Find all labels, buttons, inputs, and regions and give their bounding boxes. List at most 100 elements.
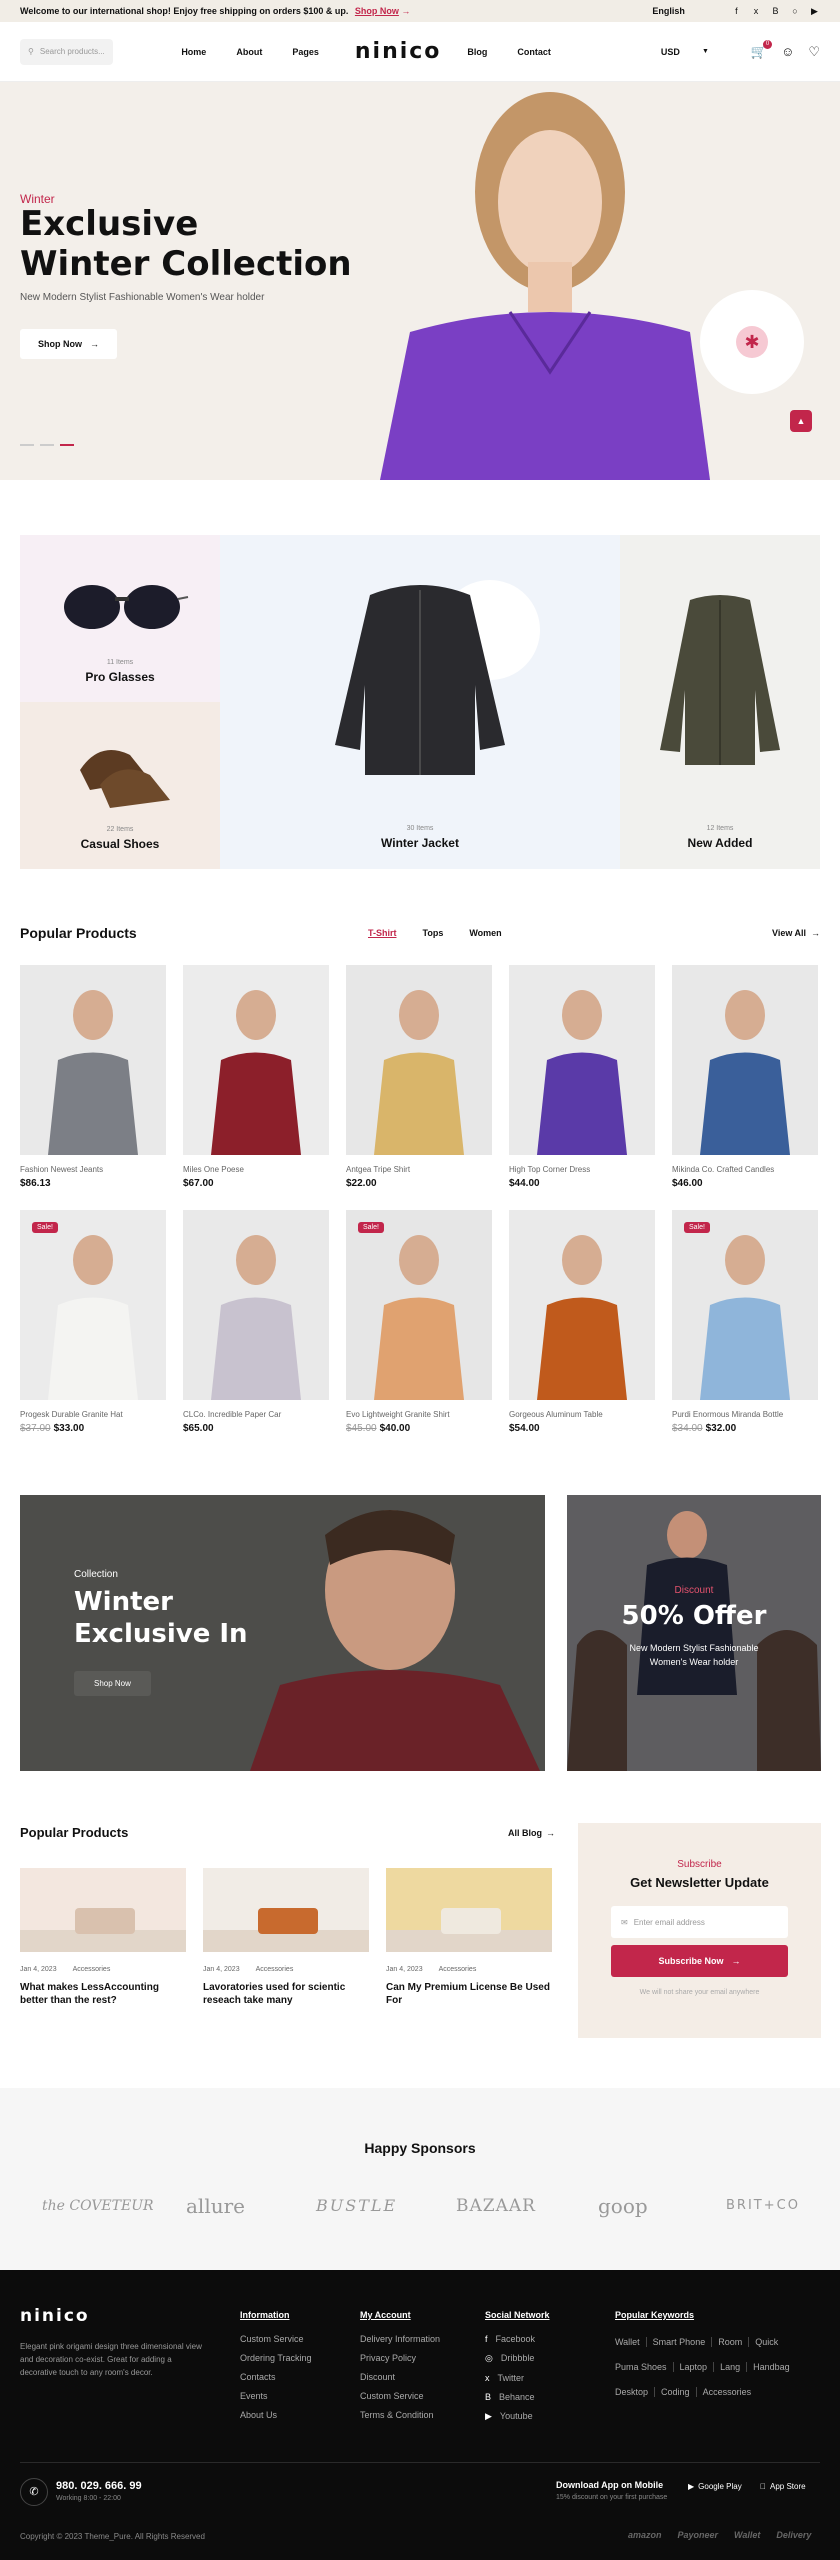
product-name[interactable]: Mikinda Co. Crafted Candles — [672, 1165, 818, 1174]
sponsor-coveteur-logo[interactable]: the COVETEUR — [42, 2198, 154, 2214]
category-pro-glasses[interactable]: 11 Items Pro Glasses — [20, 535, 220, 702]
blog-image[interactable] — [203, 1868, 369, 1952]
app-store-button[interactable]: App Store — [760, 2482, 806, 2491]
footer-link[interactable]: Contacts — [240, 2372, 312, 2382]
slider-dots[interactable] — [20, 444, 74, 446]
product-card[interactable]: High Top Corner Dress $44.00 — [509, 965, 655, 1189]
heart-icon[interactable]: ♡ — [808, 44, 820, 60]
social-twitter[interactable]: x Twitter — [485, 2373, 550, 2383]
keyword-link[interactable]: Wallet — [615, 2337, 647, 2347]
product-image[interactable] — [183, 1210, 329, 1400]
tab-tops[interactable]: Tops — [423, 928, 444, 938]
sponsor-bazaar-logo[interactable]: BAZAAR — [456, 2196, 536, 2216]
product-card[interactable]: Sale! Progesk Durable Granite Hat $37.00 $3… — [20, 1210, 166, 1434]
footer-link[interactable]: Privacy Policy — [360, 2353, 440, 2363]
nav-home[interactable]: Home — [181, 47, 206, 57]
category-winter-jacket[interactable]: 30 Items Winter Jacket — [220, 535, 620, 869]
keyword-link[interactable]: Smart Phone — [653, 2337, 713, 2347]
product-card[interactable]: Miles One Poese $67.00 — [183, 965, 329, 1189]
discount-banner[interactable]: Discount 50% Offer New Modern Stylist Fa… — [567, 1495, 821, 1771]
behance-icon[interactable]: B — [770, 6, 781, 17]
footer-link[interactable]: Custom Service — [240, 2334, 312, 2344]
nav-contact[interactable]: Contact — [517, 47, 551, 57]
social-youtube[interactable]: ▶ Youtube — [485, 2411, 550, 2422]
cart-icon[interactable]: 🛒 0 — [751, 39, 773, 60]
user-icon[interactable]: ☺ — [781, 44, 794, 59]
product-card[interactable]: Fashion Newest Jeants $86.13 — [20, 965, 166, 1189]
keyword-link[interactable]: Handbag — [753, 2362, 796, 2372]
collection-banner[interactable]: Collection Winter Exclusive In Shop Now — [20, 1495, 545, 1771]
keyword-link[interactable]: Puma Shoes — [615, 2362, 674, 2372]
nav-blog[interactable]: Blog — [467, 47, 487, 57]
keyword-link[interactable]: Coding — [661, 2387, 697, 2397]
product-image[interactable]: Sale! — [672, 1210, 818, 1400]
product-name[interactable]: Miles One Poese — [183, 1165, 329, 1174]
blog-title[interactable]: Can My Premium License Be Used For — [386, 1981, 552, 2007]
sponsor-bustle-logo[interactable]: BUSTLE — [316, 2196, 397, 2215]
product-card[interactable]: Gorgeous Aluminum Table $54.00 — [509, 1210, 655, 1434]
banner-shop-button[interactable]: Shop Now — [74, 1671, 151, 1696]
search-input[interactable]: Search products... — [40, 47, 105, 56]
product-card[interactable]: CLCo. Incredible Paper Car $65.00 — [183, 1210, 329, 1434]
slider-dot[interactable] — [20, 444, 34, 446]
product-image[interactable] — [346, 965, 492, 1155]
blog-title[interactable]: What makes LessAccounting better than th… — [20, 1981, 186, 2007]
category-new-added[interactable]: 12 Items New Added — [620, 535, 820, 869]
product-name[interactable]: Evo Lightweight Granite Shirt — [346, 1410, 492, 1419]
product-image[interactable] — [509, 965, 655, 1155]
blog-title[interactable]: Lavoratories used for scientic reseach t… — [203, 1981, 369, 2007]
currency-selector[interactable]: USD ▼ — [661, 47, 709, 57]
product-image[interactable]: Sale! — [20, 1210, 166, 1400]
blog-image[interactable] — [20, 1868, 186, 1952]
product-name[interactable]: Fashion Newest Jeants — [20, 1165, 166, 1174]
product-image[interactable] — [672, 965, 818, 1155]
product-card[interactable]: Sale! Purdi Enormous Miranda Bottle $34.00… — [672, 1210, 818, 1434]
keyword-link[interactable]: Accessories — [703, 2387, 758, 2397]
view-all-link[interactable]: View All → — [772, 928, 820, 938]
slider-dot-active[interactable] — [60, 444, 74, 446]
product-name[interactable]: CLCo. Incredible Paper Car — [183, 1410, 329, 1419]
facebook-icon[interactable]: f — [731, 6, 742, 17]
product-image[interactable] — [20, 965, 166, 1155]
product-name[interactable]: Gorgeous Aluminum Table — [509, 1410, 655, 1419]
sponsor-goop-logo[interactable]: goop — [598, 2194, 648, 2218]
nav-pages[interactable]: Pages — [292, 47, 319, 57]
footer-link[interactable]: Terms & Condition — [360, 2410, 440, 2420]
hero-shop-button[interactable]: Shop Now → — [20, 329, 117, 359]
blog-category[interactable]: Accessories — [73, 1966, 111, 1973]
footer-phone[interactable]: 980. 029. 666. 99 — [56, 2480, 142, 2492]
footer-link[interactable]: Delivery Information — [360, 2334, 440, 2344]
sponsor-britco-logo[interactable]: BRIT+CO — [726, 2198, 800, 2213]
product-card[interactable]: Mikinda Co. Crafted Candles $46.00 — [672, 965, 818, 1189]
keyword-link[interactable]: Laptop — [680, 2362, 715, 2372]
blog-category[interactable]: Accessories — [439, 1966, 477, 1973]
product-card[interactable]: Sale! Evo Lightweight Granite Shirt $45.00… — [346, 1210, 492, 1434]
blog-image[interactable] — [386, 1868, 552, 1952]
product-name[interactable]: Purdi Enormous Miranda Bottle — [672, 1410, 818, 1419]
footer-link[interactable]: Discount — [360, 2372, 440, 2382]
footer-logo[interactable]: ninico — [20, 2306, 90, 2326]
footer-link[interactable]: About Us — [240, 2410, 312, 2420]
product-name[interactable]: Progesk Durable Granite Hat — [20, 1410, 166, 1419]
youtube-icon[interactable]: ▶ — [809, 6, 820, 17]
product-image[interactable] — [509, 1210, 655, 1400]
product-card[interactable]: Antgea Tripe Shirt $22.00 — [346, 965, 492, 1189]
logo[interactable]: ninico — [355, 39, 442, 64]
keyword-link[interactable]: Lang — [720, 2362, 748, 2372]
slider-dot[interactable] — [40, 444, 54, 446]
category-casual-shoes[interactable]: 22 Items Casual Shoes — [20, 702, 220, 869]
product-image[interactable] — [183, 965, 329, 1155]
blog-card[interactable]: Jan 4, 2023 Accessories Can My Premium Lic… — [386, 1868, 552, 2007]
social-behance[interactable]: B Behance — [485, 2392, 550, 2402]
email-field[interactable]: ✉ Enter email address — [611, 1906, 788, 1938]
blog-card[interactable]: Jan 4, 2023 Accessories Lavoratories used … — [203, 1868, 369, 2007]
tab-tshirt[interactable]: T-Shirt — [368, 928, 397, 938]
product-image[interactable]: Sale! — [346, 1210, 492, 1400]
social-facebook[interactable]: f Facebook — [485, 2334, 550, 2344]
keyword-link[interactable]: Desktop — [615, 2387, 656, 2397]
keyword-link[interactable]: Room — [718, 2337, 750, 2347]
footer-link[interactable]: Ordering Tracking — [240, 2353, 312, 2363]
footer-link[interactable]: Events — [240, 2391, 312, 2401]
footer-link[interactable]: Custom Service — [360, 2391, 440, 2401]
product-name[interactable]: Antgea Tripe Shirt — [346, 1165, 492, 1174]
